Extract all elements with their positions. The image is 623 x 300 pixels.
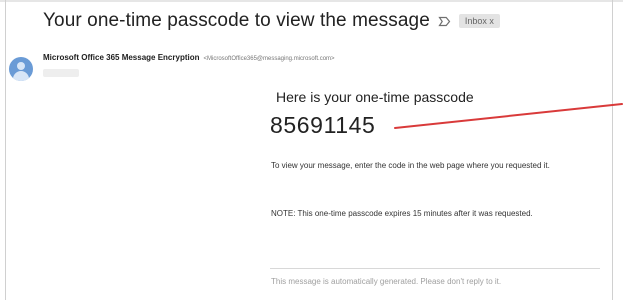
sender-name[interactable]: Microsoft Office 365 Message Encryption [43, 53, 200, 62]
footer-divider [270, 268, 600, 269]
left-border [5, 0, 6, 300]
passcode-expiry-note: NOTE: This one-time passcode expires 15 … [271, 209, 533, 218]
annotation-pointer-line [394, 103, 623, 129]
right-border [612, 0, 613, 300]
email-viewer: Your one-time passcode to view the messa… [0, 0, 623, 300]
avatar-icon [9, 57, 33, 81]
avatar-head [17, 62, 25, 70]
email-subject: Your one-time passcode to view the messa… [43, 10, 430, 31]
passcode-instruction: To view your message, enter the code in … [271, 161, 550, 170]
top-border [0, 0, 623, 2]
inbox-label-badge[interactable]: Inbox x [458, 14, 500, 28]
one-time-passcode: 85691145 [270, 112, 376, 138]
sender-address: <MicrosoftOffice365@messaging.microsoft.… [203, 56, 335, 62]
avatar-body [13, 71, 29, 81]
importance-marker-icon[interactable] [438, 15, 451, 28]
recipient-redaction [43, 69, 79, 77]
subject-row: Your one-time passcode to view the messa… [43, 8, 500, 34]
sender-row: Microsoft Office 365 Message Encryption … [43, 53, 335, 62]
automatic-message-footer: This message is automatically generated.… [271, 277, 502, 286]
